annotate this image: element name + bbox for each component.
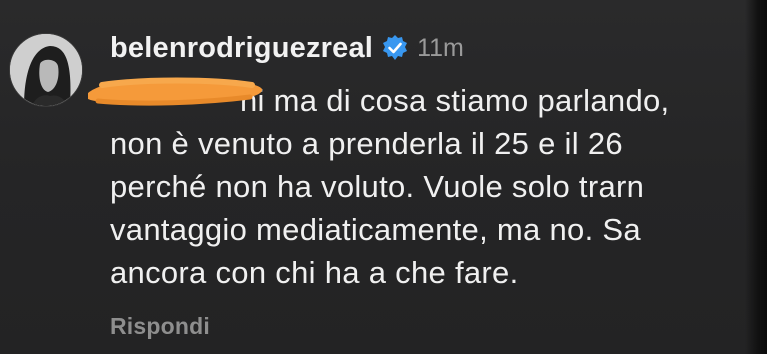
verified-badge-icon: [380, 33, 410, 63]
comment-timestamp: 11m: [417, 33, 464, 62]
comment-header: belenrodriguezreal 11m: [110, 28, 464, 68]
comment-line: ancora con chi ha a che fare.: [110, 255, 519, 290]
avatar[interactable]: [9, 33, 83, 107]
comment-screen: belenrodriguezreal 11m ni ma di cosa sti…: [0, 0, 767, 354]
reply-button[interactable]: Rispondi: [110, 313, 210, 340]
comment-line: non è venuto a prenderla il 25 e il 26: [110, 126, 623, 161]
comment-line: vantaggio mediaticamente, ma no. Sa: [110, 212, 641, 247]
username[interactable]: belenrodriguezreal: [110, 32, 373, 65]
comment-text: ni ma di cosa stiamo parlando, non è ven…: [110, 79, 750, 294]
comment-line: perché non ha voluto. Vuole solo trarn: [110, 169, 645, 204]
screen-edge: [745, 0, 767, 354]
redaction-scribble: [82, 73, 266, 109]
